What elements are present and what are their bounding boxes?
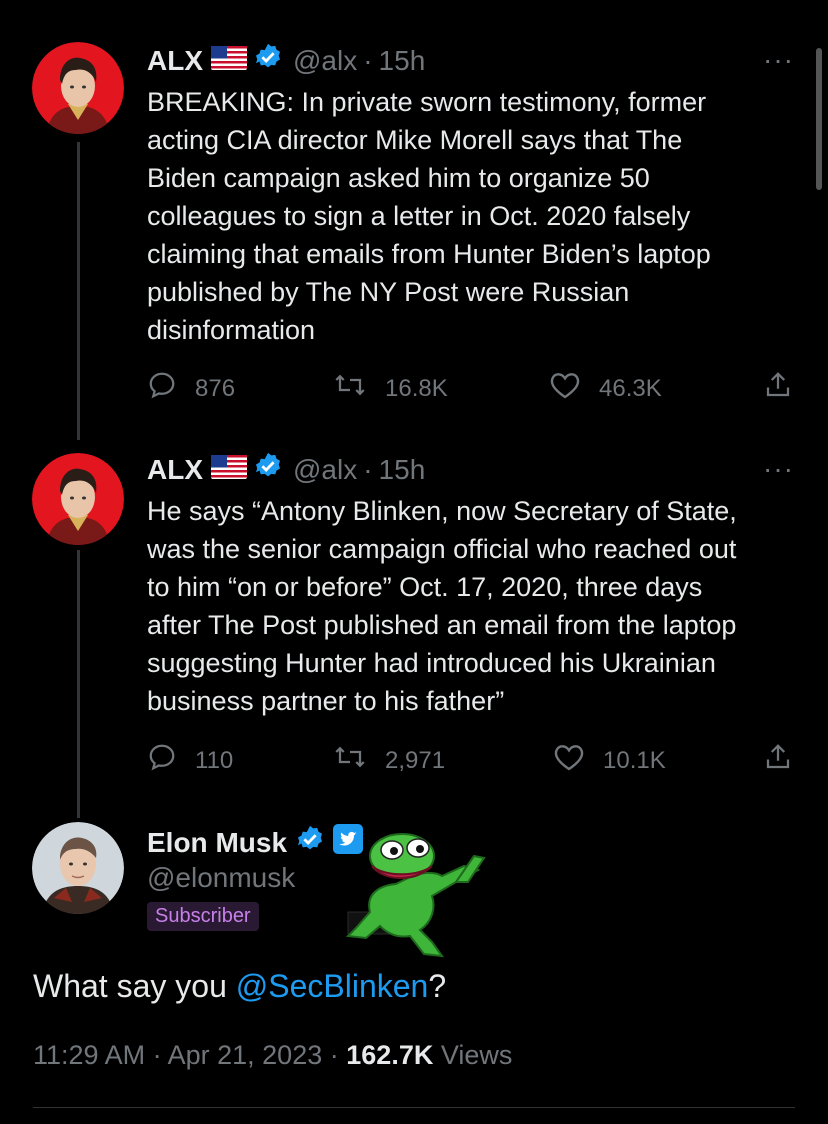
- share-icon: [763, 370, 811, 407]
- separator: ·: [363, 453, 373, 485]
- retweet-icon: [333, 370, 385, 407]
- tweet-text-line: disinformation: [147, 315, 316, 345]
- more-options-button[interactable]: ···: [763, 453, 794, 485]
- tweet-time[interactable]: 11:29 AM: [33, 1040, 145, 1070]
- heart-icon: [549, 370, 599, 407]
- like-button[interactable]: 10.1K: [553, 742, 666, 779]
- like-count: 46.3K: [599, 374, 662, 402]
- reply-button[interactable]: 110: [147, 742, 233, 779]
- tweet-text-line: suggesting Hunter had introduced his Ukr…: [147, 648, 716, 678]
- verified-badge-icon[interactable]: [253, 42, 283, 79]
- tweet-actions: 876 16.8K 46.3K: [147, 370, 797, 410]
- share-icon: [763, 742, 811, 779]
- main-tweet-text-start: What say you: [33, 968, 236, 1004]
- us-flag-icon: [211, 45, 247, 77]
- tweet-text-line: Biden campaign asked him to organize 50: [147, 163, 650, 193]
- verified-badge-icon[interactable]: [295, 824, 325, 861]
- views-label: Views: [440, 1040, 513, 1070]
- main-tweet-text: What say you @SecBlinken?: [33, 968, 446, 1005]
- reply-count: 110: [195, 746, 234, 774]
- thread-line: [77, 142, 80, 440]
- retweet-button[interactable]: 16.8K: [333, 370, 448, 407]
- avatar-alx[interactable]: [32, 42, 124, 134]
- share-button[interactable]: [763, 742, 811, 779]
- author-name[interactable]: ALX: [147, 454, 203, 486]
- tweet-meta: 11:29 AM · Apr 21, 2023 · 162.7K Views: [33, 1040, 512, 1071]
- verified-badge-icon[interactable]: [253, 451, 283, 488]
- subscriber-badge[interactable]: Subscriber: [147, 902, 259, 931]
- reply-count: 876: [195, 374, 236, 402]
- main-author-row: Elon Musk: [147, 824, 364, 861]
- author-handle[interactable]: @alx: [293, 45, 357, 77]
- tweet-text-line: He says “Antony Blinken, now Secretary o…: [147, 496, 737, 526]
- separator: ·: [363, 44, 373, 76]
- avatar-elonmusk[interactable]: [32, 822, 124, 914]
- tweet-text-line: claiming that emails from Hunter Biden’s…: [147, 239, 711, 269]
- retweet-count: 16.8K: [385, 374, 448, 402]
- tweet-text-line: acting CIA director Mike Morell says tha…: [147, 125, 683, 155]
- tweet-text-line: after The Post published an email from t…: [147, 610, 737, 640]
- tweet-text-line: to him “on or before” Oct. 17, 2020, thr…: [147, 572, 703, 602]
- more-options-button[interactable]: ···: [763, 44, 794, 76]
- tweet-header: ALX @alx · 15h: [147, 42, 425, 79]
- like-button[interactable]: 46.3K: [549, 370, 662, 407]
- reply-icon: [147, 742, 195, 779]
- tweet-time[interactable]: 15h: [379, 454, 426, 486]
- tweet-text: He says “Antony Blinken, now Secretary o…: [147, 492, 797, 720]
- like-count: 10.1K: [603, 746, 666, 774]
- tweet-time[interactable]: 15h: [379, 45, 426, 77]
- reply-icon: [147, 370, 195, 407]
- thread-line: [77, 550, 80, 818]
- tweet-header: ALX @alx · 15h: [147, 451, 425, 488]
- author-handle[interactable]: @alx: [293, 454, 357, 486]
- mention-link[interactable]: @SecBlinken: [236, 968, 429, 1004]
- main-tweet-text-end: ?: [428, 968, 447, 1004]
- views-count: 162.7K: [346, 1040, 434, 1070]
- tweet-text-line: colleagues to sign a letter in Oct. 2020…: [147, 201, 691, 231]
- author-name[interactable]: Elon Musk: [147, 827, 287, 859]
- tweet-text: BREAKING: In private sworn testimony, fo…: [147, 83, 797, 349]
- separator: ·: [329, 1040, 339, 1070]
- reply-button[interactable]: 876: [147, 370, 235, 407]
- retweet-count: 2,971: [385, 746, 446, 774]
- tweet-text-line: business partner to his father”: [147, 686, 505, 716]
- tweet-text-line: was the senior campaign official who rea…: [147, 534, 737, 564]
- retweet-icon: [333, 742, 385, 779]
- author-handle[interactable]: @elonmusk: [147, 862, 295, 894]
- tweet-text-line: BREAKING: In private sworn testimony, fo…: [147, 87, 707, 117]
- avatar-alx[interactable]: [32, 453, 124, 545]
- separator: ·: [152, 1040, 162, 1070]
- share-button[interactable]: [763, 370, 811, 407]
- heart-icon: [553, 742, 603, 779]
- retweet-button[interactable]: 2,971: [333, 742, 445, 779]
- us-flag-icon: [211, 454, 247, 486]
- pepe-frog-sticker-icon: [336, 826, 486, 966]
- scrollbar[interactable]: [816, 48, 822, 190]
- tweet-actions: 110 2,971 10.1K: [147, 742, 797, 782]
- author-name[interactable]: ALX: [147, 45, 203, 77]
- tweet-text-line: published by The NY Post were Russian: [147, 277, 630, 307]
- tweet-date[interactable]: Apr 21, 2023: [168, 1040, 323, 1070]
- divider: [33, 1107, 795, 1108]
